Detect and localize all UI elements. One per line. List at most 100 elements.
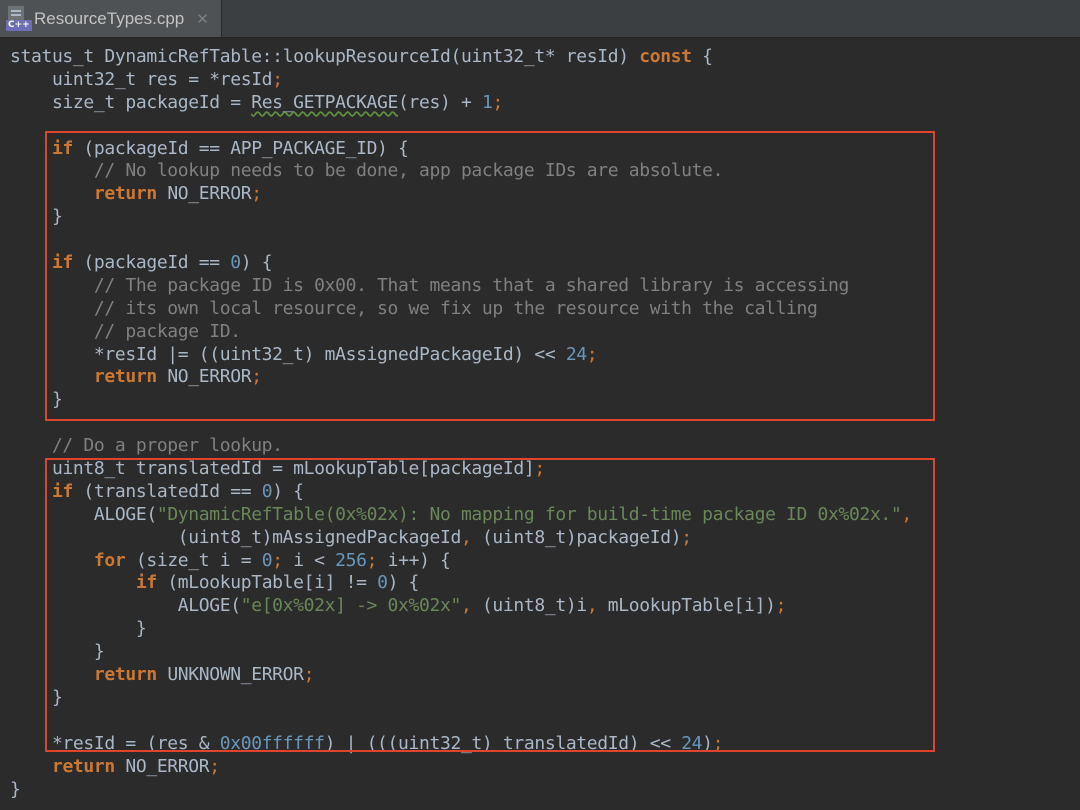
code-token: ) { bbox=[240, 252, 273, 274]
comment-token: // The package ID is 0x00. That means th… bbox=[10, 274, 849, 296]
code-token: *resId |= ((uint32_t) mAssignedPackageId… bbox=[10, 343, 566, 365]
string-token: "e[0x%02x] -> 0x%02x" bbox=[240, 595, 462, 617]
code-token: (mLookupTable[i] != bbox=[156, 572, 378, 594]
code-line[interactable]: for (size_t i = 0; i < 256; i++) { bbox=[10, 550, 912, 573]
code-token: (size_t i = bbox=[125, 549, 262, 571]
code-line[interactable]: uint8_t translatedId = mLookupTable[pack… bbox=[10, 458, 912, 481]
punctuation-token: ; bbox=[366, 549, 378, 571]
code-line[interactable]: ​ bbox=[10, 115, 912, 138]
code-line[interactable]: *resId = (res & 0x00ffffff) | (((uint32_… bbox=[10, 733, 912, 756]
code-line[interactable]: // Do a proper lookup. bbox=[10, 435, 912, 458]
code-token: (uint8_t)i bbox=[471, 595, 587, 617]
tab-title: ResourceTypes.cpp bbox=[34, 8, 185, 28]
code-line[interactable]: ​ bbox=[10, 229, 912, 252]
code-token: } bbox=[10, 618, 147, 640]
keyword-token: if bbox=[51, 480, 73, 502]
comment-token: // its own local resource, so we fix up … bbox=[10, 297, 818, 319]
code-line[interactable]: // package ID. bbox=[10, 321, 912, 344]
code-line[interactable]: } bbox=[10, 618, 912, 641]
number-token: 0 bbox=[230, 252, 241, 274]
keyword-token: return bbox=[93, 366, 157, 388]
code-line[interactable]: if (packageId == APP_PACKAGE_ID) { bbox=[10, 138, 912, 161]
code-line[interactable]: return NO_ERROR; bbox=[10, 756, 912, 779]
macro-token: Res_GETPACKAGE bbox=[251, 91, 399, 113]
code-token: NO_ERROR bbox=[156, 366, 252, 388]
close-tab-icon[interactable]: ✕ bbox=[196, 10, 209, 28]
code-line[interactable]: size_t packageId = Res_GETPACKAGE(res) +… bbox=[10, 92, 912, 115]
code-token: (packageId == bbox=[72, 252, 231, 274]
code-token: } bbox=[10, 778, 21, 800]
punctuation-token: , bbox=[460, 595, 472, 617]
string-token: "DynamicRefTable(0x%02x): No mapping for… bbox=[156, 503, 902, 525]
code-line[interactable]: ​ bbox=[10, 412, 912, 435]
code-token: i < bbox=[282, 549, 336, 571]
keyword-token: if bbox=[135, 572, 157, 594]
code-token: uint32_t res = *resId bbox=[10, 68, 273, 90]
code-line[interactable]: // No lookup needs to be done, app packa… bbox=[10, 160, 912, 183]
code-token: ) | (((uint32_t) translatedId) << bbox=[324, 732, 682, 754]
code-line[interactable]: } bbox=[10, 779, 912, 802]
punctuation-token: ; bbox=[209, 755, 220, 777]
code-line[interactable]: ALOGE("e[0x%02x] -> 0x%02x", (uint8_t)i,… bbox=[10, 595, 912, 618]
code-line[interactable]: return NO_ERROR; bbox=[10, 366, 912, 389]
code-line[interactable]: (uint8_t)mAssignedPackageId, (uint8_t)pa… bbox=[10, 527, 912, 550]
code-token: { bbox=[691, 46, 713, 67]
punctuation-token: ; bbox=[534, 458, 545, 480]
code-token: (packageId == APP_PACKAGE_ID) { bbox=[72, 137, 409, 159]
punctuation-token: ; bbox=[272, 549, 283, 571]
comment-token: // Do a proper lookup. bbox=[10, 435, 283, 457]
code-line[interactable]: status_t DynamicRefTable::lookupResource… bbox=[10, 46, 912, 69]
code-token: size_t packageId = bbox=[10, 91, 252, 113]
code-line[interactable]: ALOGE("DynamicRefTable(0x%02x): No mappi… bbox=[10, 504, 912, 527]
code-line[interactable]: } bbox=[10, 687, 912, 710]
number-token: 0 bbox=[261, 549, 273, 571]
code-line[interactable]: if (mLookupTable[i] != 0) { bbox=[10, 572, 912, 595]
tab-resourcetypes-cpp[interactable]: C++ ResourceTypes.cpp ✕ bbox=[0, 0, 222, 37]
code-line[interactable]: return UNKNOWN_ERROR; bbox=[10, 664, 912, 687]
code-token: ALOGE( bbox=[10, 595, 241, 617]
keyword-token: const bbox=[639, 46, 692, 67]
code-line[interactable]: // its own local resource, so we fix up … bbox=[10, 298, 912, 321]
number-token: 256 bbox=[335, 549, 367, 571]
punctuation-token: ; bbox=[586, 343, 598, 365]
code-line[interactable]: } bbox=[10, 389, 912, 412]
code-token: ) { bbox=[272, 480, 304, 502]
code-token: (uint8_t)mAssignedPackageId bbox=[10, 526, 462, 548]
code-line[interactable]: return NO_ERROR; bbox=[10, 183, 912, 206]
code-token: } bbox=[10, 206, 63, 228]
keyword-token: for bbox=[93, 549, 126, 571]
punctuation-token: ; bbox=[303, 664, 315, 686]
keyword-token: return bbox=[93, 183, 157, 205]
number-token: 24 bbox=[681, 732, 703, 754]
code-line[interactable]: } bbox=[10, 641, 912, 664]
cpp-badge: C++ bbox=[6, 19, 32, 31]
number-token: 0x00ffffff bbox=[219, 732, 325, 754]
code-line[interactable]: } bbox=[10, 206, 912, 229]
punctuation-token: ; bbox=[681, 526, 692, 548]
code-token: i++) { bbox=[377, 549, 451, 571]
punctuation-token: , bbox=[586, 595, 598, 617]
code-line[interactable]: if (translatedId == 0) { bbox=[10, 481, 912, 504]
code-line[interactable]: // The package ID is 0x00. That means th… bbox=[10, 275, 912, 298]
number-token: 1 bbox=[481, 91, 493, 113]
code-line[interactable]: if (packageId == 0) { bbox=[10, 252, 912, 275]
number-token: 0 bbox=[261, 480, 273, 502]
code-token: } bbox=[10, 641, 105, 663]
punctuation-token: ; bbox=[251, 366, 262, 388]
number-token: 0 bbox=[377, 572, 388, 594]
code-editor[interactable]: status_t DynamicRefTable::lookupResource… bbox=[0, 38, 1080, 810]
code-text[interactable]: status_t DynamicRefTable::lookupResource… bbox=[10, 46, 912, 801]
code-line[interactable]: uint32_t res = *resId; bbox=[10, 69, 912, 92]
code-token: (uint8_t)packageId) bbox=[471, 526, 682, 548]
punctuation-token: ; bbox=[775, 595, 787, 617]
keyword-token: if bbox=[51, 137, 73, 159]
code-line[interactable]: ​ bbox=[10, 710, 912, 733]
code-line[interactable]: *resId |= ((uint32_t) mAssignedPackageId… bbox=[10, 344, 912, 367]
